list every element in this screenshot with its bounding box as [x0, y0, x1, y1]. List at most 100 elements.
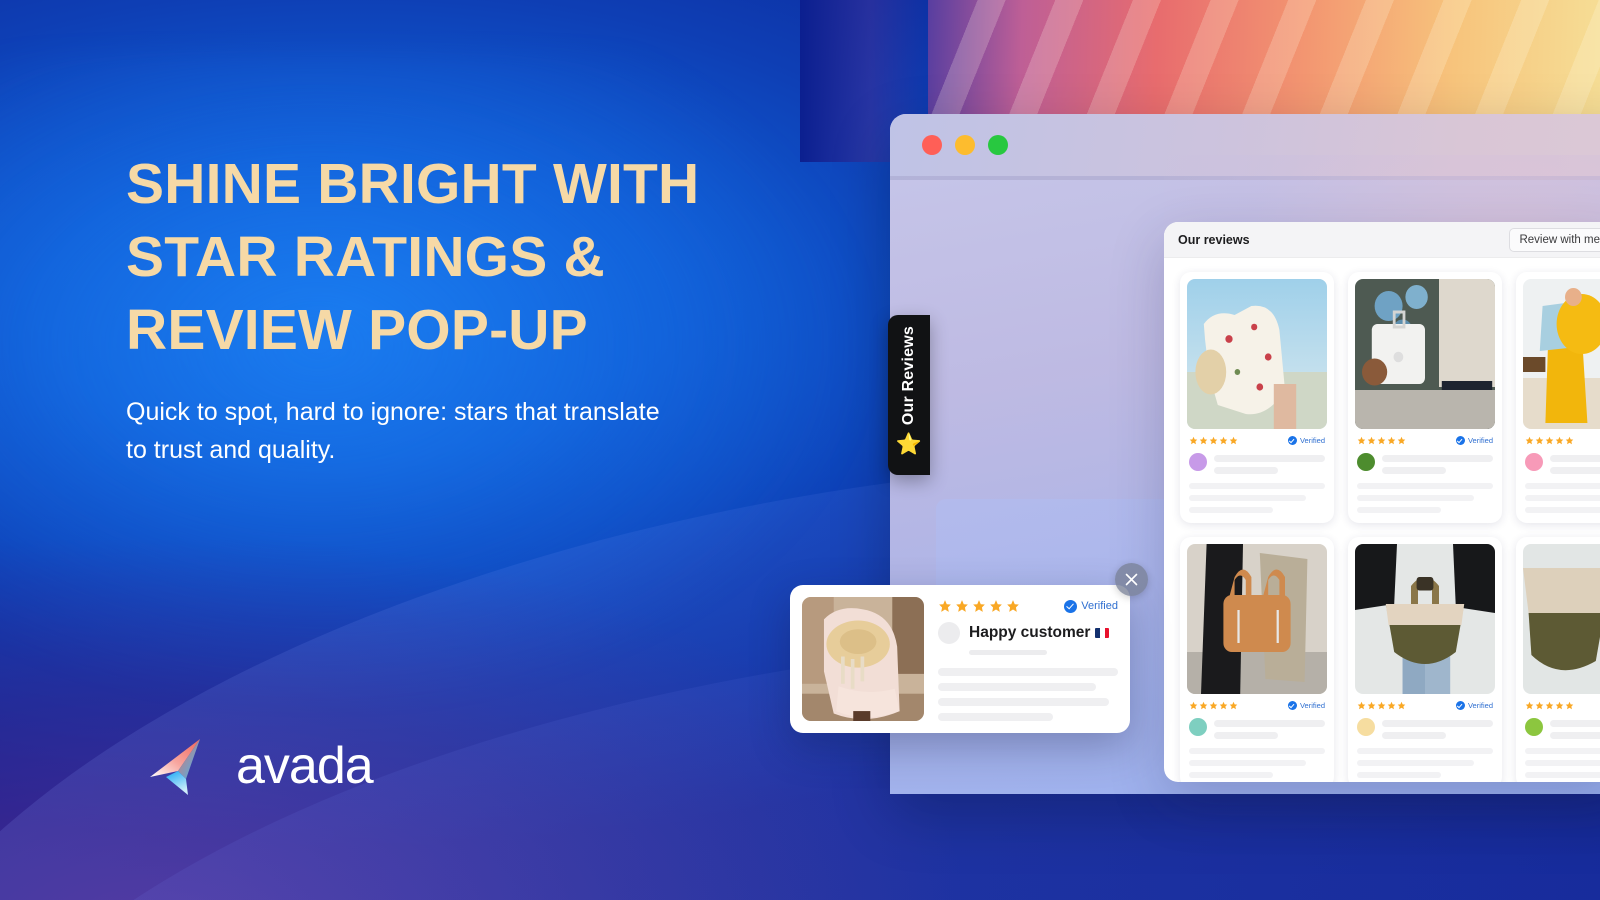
review-photo-yellow-outfit — [1523, 279, 1600, 429]
review-card[interactable]: Verified — [1180, 537, 1334, 782]
hero-copy: SHINE BRIGHT WITH STAR RATINGS & REVIEW … — [126, 148, 806, 469]
author-skeleton — [1550, 718, 1600, 739]
skeleton-line — [1525, 772, 1600, 778]
skeleton-line — [1382, 467, 1447, 474]
verified-check-icon — [1455, 701, 1465, 710]
review-card[interactable]: Verified — [1348, 537, 1502, 782]
skeleton-line — [1357, 507, 1442, 513]
review-card[interactable]: Verified — [1348, 272, 1502, 523]
review-card[interactable]: Verified — [1180, 272, 1334, 523]
paper-plane-icon — [150, 739, 200, 795]
skeleton-line — [1214, 455, 1325, 462]
rating-stars — [1357, 436, 1406, 445]
review-meta: Verified — [1355, 701, 1495, 710]
reviews-panel-header: Our reviews Review with me — [1164, 222, 1600, 258]
author-skeleton — [1214, 718, 1325, 739]
rating-stars — [1189, 701, 1238, 710]
customer-name: Happy customer — [969, 624, 1110, 642]
skeleton-line — [938, 698, 1109, 706]
skeleton-line — [1525, 483, 1600, 489]
skeleton-line — [938, 668, 1118, 676]
avada-logo: avada — [148, 735, 374, 797]
review-popup[interactable]: Verified Happy customer — [790, 585, 1130, 733]
skeleton-line — [1382, 720, 1493, 727]
skeleton-line — [1382, 455, 1493, 462]
traffic-light-minimize-icon[interactable] — [955, 135, 975, 155]
customer-name-text: Happy customer — [969, 624, 1091, 641]
verified-badge: Verified — [1455, 701, 1493, 710]
review-author-row — [1523, 453, 1600, 474]
page-title: SHINE BRIGHT WITH STAR RATINGS & REVIEW … — [126, 148, 806, 367]
skeleton-line — [1214, 732, 1279, 739]
rating-stars — [1357, 701, 1406, 710]
logo-wordmark: avada — [236, 737, 374, 795]
author-skeleton — [1550, 453, 1600, 474]
our-reviews-side-tab[interactable]: Our Reviews ⭐ — [888, 315, 930, 475]
review-photo-floral-dress — [1187, 279, 1327, 429]
rating-stars — [1189, 436, 1238, 445]
review-with-me-button[interactable]: Review with me — [1509, 227, 1600, 252]
skeleton-line — [1382, 732, 1447, 739]
review-author-row — [1187, 453, 1327, 474]
skeleton-line — [1525, 495, 1600, 501]
review-body-skeleton — [1523, 483, 1600, 513]
review-author-row — [1355, 718, 1495, 739]
verified-label: Verified — [1299, 436, 1325, 445]
avatar — [1189, 718, 1207, 736]
review-body-skeleton — [1523, 748, 1600, 778]
skeleton-line — [1357, 772, 1442, 778]
review-meta: Verified — [1523, 436, 1600, 445]
traffic-light-maximize-icon[interactable] — [988, 135, 1008, 155]
review-card[interactable]: Verified — [1516, 272, 1600, 523]
skeleton-line — [1189, 748, 1325, 754]
verified-check-icon — [1455, 436, 1465, 445]
avatar — [1525, 453, 1543, 471]
verified-badge: Verified — [1287, 436, 1325, 445]
review-author-row — [1355, 453, 1495, 474]
review-meta: Verified — [1523, 701, 1600, 710]
review-body-skeleton — [1355, 483, 1495, 513]
verified-badge: Verified — [1287, 701, 1325, 710]
skeleton-line — [1357, 483, 1493, 489]
skeleton-line — [1357, 760, 1474, 766]
avatar — [1357, 718, 1375, 736]
popup-content: Verified Happy customer — [938, 597, 1118, 721]
our-reviews-tab-label: Our Reviews — [900, 326, 917, 426]
skeleton-line — [938, 713, 1054, 721]
verified-label: Verified — [1299, 701, 1325, 710]
review-photo-white-handbag — [1355, 279, 1495, 429]
headline-line-2: STAR RATINGS & — [126, 225, 605, 289]
verified-badge: Verified — [1455, 436, 1493, 445]
verified-label: Verified — [1081, 600, 1118, 612]
skeleton-line — [1525, 748, 1600, 754]
author-skeleton — [1382, 453, 1493, 474]
reviews-panel: Our reviews Review with me Verified Veri… — [1164, 222, 1600, 782]
skeleton-line — [1357, 748, 1493, 754]
skeleton-line — [969, 650, 1047, 655]
review-card[interactable]: Verified — [1516, 537, 1600, 782]
review-body-skeleton — [1187, 748, 1327, 778]
rating-stars — [1525, 436, 1574, 445]
skeleton-line — [1550, 732, 1600, 739]
traffic-light-close-icon[interactable] — [922, 135, 942, 155]
close-icon — [1125, 573, 1138, 586]
skeleton-line — [938, 683, 1097, 691]
verified-badge: Verified — [1064, 599, 1118, 613]
verified-check-icon — [1287, 701, 1297, 710]
verified-check-icon — [1064, 599, 1078, 613]
rating-stars — [1525, 701, 1574, 710]
review-body-skeleton — [1355, 748, 1495, 778]
skeleton-line — [1189, 495, 1306, 501]
popup-product-photo — [802, 597, 924, 721]
skeleton-line — [1189, 760, 1306, 766]
reviews-panel-title: Our reviews — [1178, 232, 1250, 247]
verified-label: Verified — [1467, 701, 1493, 710]
popup-close-button[interactable] — [1115, 563, 1148, 596]
poster-stage: SHINE BRIGHT WITH STAR RATINGS & REVIEW … — [0, 0, 1600, 900]
skeleton-line — [1525, 507, 1600, 513]
review-author-row — [1523, 718, 1600, 739]
skeleton-line — [1214, 720, 1325, 727]
skeleton-line — [1525, 760, 1600, 766]
skeleton-line — [1550, 455, 1600, 462]
skeleton-line — [1189, 507, 1274, 513]
